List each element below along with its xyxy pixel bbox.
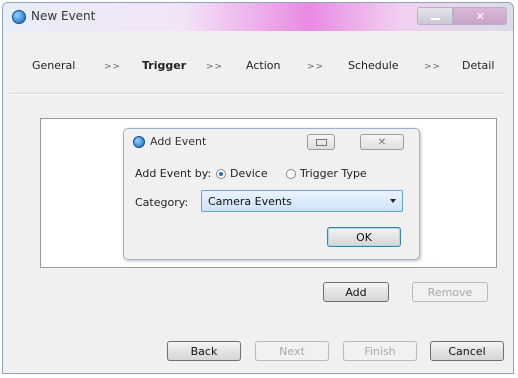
dialog-close-button[interactable]: ✕: [360, 134, 404, 150]
step-action[interactable]: Action: [246, 59, 280, 72]
step-separator: >>: [307, 62, 325, 72]
radio-button[interactable]: [286, 168, 296, 179]
ok-button[interactable]: OK: [327, 227, 401, 247]
app-icon: [12, 10, 26, 24]
steps-divider: [10, 93, 506, 95]
category-label: Category:: [135, 196, 189, 209]
step-schedule[interactable]: Schedule: [348, 59, 399, 72]
radio-device[interactable]: Device: [216, 167, 268, 180]
wizard-steps: General >> Trigger >> Action >> Schedule…: [32, 59, 502, 77]
cancel-button[interactable]: Cancel: [430, 341, 504, 361]
add-event-by-label: Add Event by:: [135, 167, 212, 180]
category-select[interactable]: Camera Events: [201, 190, 403, 212]
step-trigger[interactable]: Trigger: [142, 59, 186, 72]
close-button[interactable]: ✕: [453, 7, 507, 25]
dialog-title: Add Event: [150, 135, 207, 148]
dialog-app-icon: [133, 136, 145, 148]
window-title: New Event: [31, 9, 96, 23]
step-separator: >>: [424, 62, 442, 72]
minimize-button[interactable]: [417, 7, 454, 25]
radio-device-label: Device: [230, 167, 268, 180]
step-general[interactable]: General: [32, 59, 75, 72]
radio-button-selected[interactable]: [216, 168, 226, 179]
restore-icon: [315, 138, 327, 146]
wizard-content: General >> Trigger >> Action >> Schedule…: [10, 33, 506, 366]
chevron-down-icon: [390, 199, 396, 203]
new-event-window: New Event ✕ General >> Trigger >> Action…: [2, 2, 514, 374]
radio-trigger-type-label: Trigger Type: [300, 167, 367, 180]
dialog-title-bar[interactable]: Add Event ✕: [124, 129, 419, 151]
radio-trigger-type[interactable]: Trigger Type: [286, 167, 367, 180]
close-icon: ✕: [475, 9, 485, 23]
category-selected-value: Camera Events: [208, 195, 292, 208]
next-button[interactable]: Next: [255, 341, 329, 361]
step-detail[interactable]: Detail: [462, 59, 494, 72]
window-controls: ✕: [417, 7, 507, 25]
add-event-dialog: Add Event ✕ Add Event by: Device Trigger…: [123, 128, 420, 260]
dialog-minimize-button[interactable]: [307, 134, 335, 150]
back-button[interactable]: Back: [167, 341, 241, 361]
remove-button[interactable]: Remove: [412, 282, 488, 302]
add-button[interactable]: Add: [323, 282, 389, 302]
title-bar[interactable]: New Event ✕: [3, 3, 513, 31]
finish-button[interactable]: Finish: [343, 341, 417, 361]
minimize-icon: [430, 18, 440, 20]
step-separator: >>: [104, 62, 122, 72]
step-separator: >>: [206, 62, 224, 72]
radio-dot-icon: [219, 171, 223, 176]
close-icon: ✕: [377, 136, 387, 148]
